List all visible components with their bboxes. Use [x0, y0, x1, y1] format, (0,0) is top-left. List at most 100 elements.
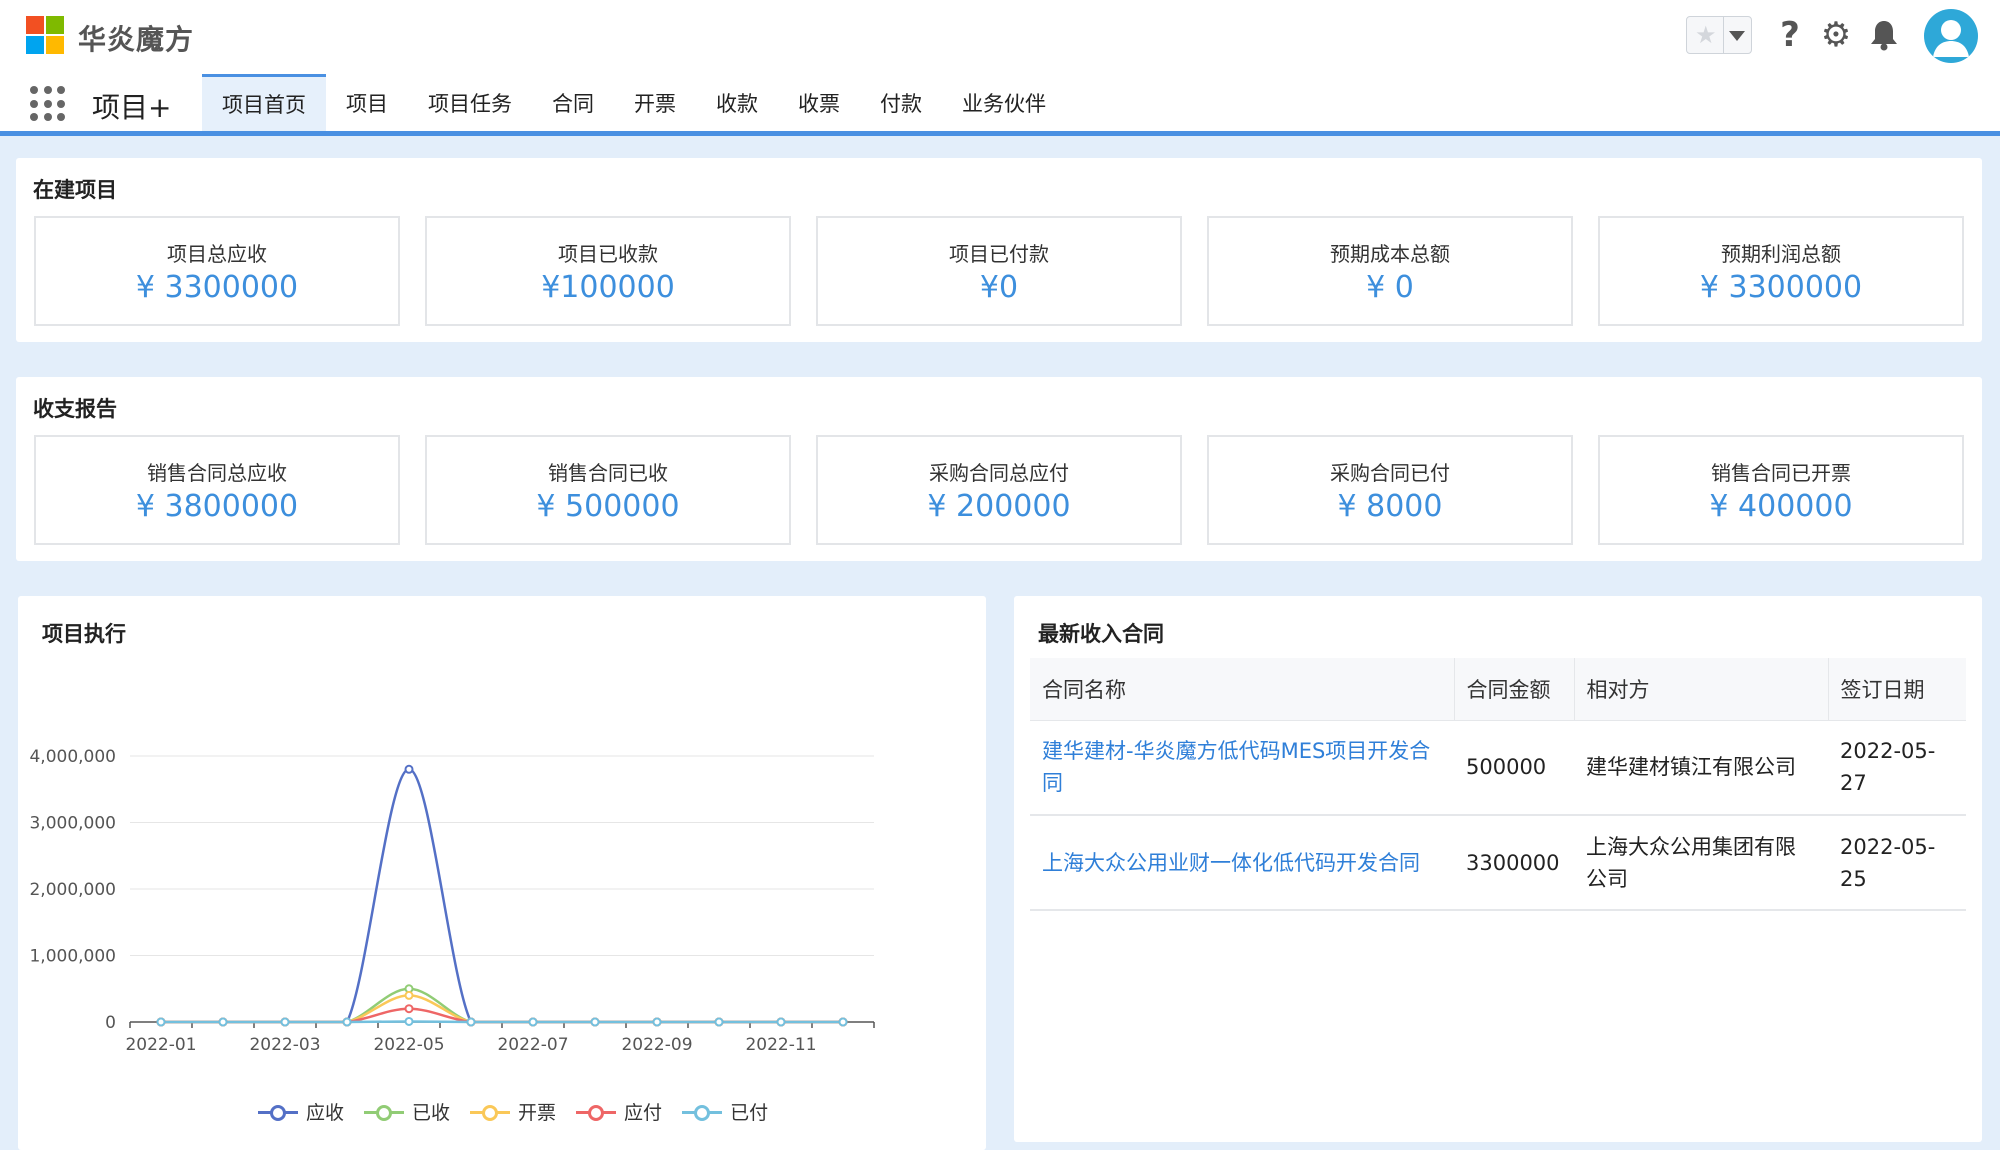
legend-label: 已付: [730, 1102, 769, 1124]
ongoing-projects-panel: 在建项目 项目总应收 ¥ 3300000 项目已收款 ¥100000 项目已付款…: [16, 158, 1982, 342]
tab-contracts[interactable]: 合同: [532, 74, 614, 131]
stat-value: ¥ 3300000: [1699, 270, 1863, 305]
column-header[interactable]: 合同金额: [1454, 658, 1575, 721]
stat-card: 采购合同总应付 ¥ 200000: [816, 435, 1182, 545]
contract-amount: 3300000: [1454, 815, 1574, 911]
data-point: [838, 1017, 848, 1027]
chevron-down-icon[interactable]: [1729, 31, 1745, 41]
data-point: [156, 1017, 166, 1027]
contract-amount: 500000: [1454, 720, 1574, 816]
x-tick-label: 2022-07: [497, 1035, 568, 1055]
y-tick-label: 0: [105, 1013, 116, 1033]
legend-item[interactable]: 应付: [576, 1098, 662, 1125]
data-point: [404, 1004, 414, 1014]
execution-chart-title: 项目执行: [42, 622, 126, 646]
latest-contracts-panel: 最新收入合同 合同名称 合同金额 相对方 签订日期 建华建材-华炎魔方低代码ME…: [1014, 596, 1982, 1142]
table-row[interactable]: 上海大众公用业财一体化低代码开发合同 3300000 上海大众公用集团有限公司 …: [1030, 815, 1966, 911]
stat-label: 项目总应收: [167, 242, 267, 266]
stat-value: ¥100000: [541, 270, 675, 305]
gear-icon[interactable]: ⚙: [1818, 15, 1854, 55]
stat-card: 销售合同总应收 ¥ 3800000: [34, 435, 400, 545]
stat-label: 销售合同已开票: [1711, 461, 1851, 485]
finance-report-panel: 收支报告 销售合同总应收 ¥ 3800000 销售合同已收 ¥ 500000 采…: [16, 377, 1982, 561]
favorites-divider: [1723, 17, 1724, 53]
legend-item[interactable]: 已付: [682, 1098, 768, 1125]
app-launcher-icon[interactable]: [30, 86, 66, 122]
data-point: [404, 990, 414, 1000]
legend-label: 已收: [412, 1102, 451, 1124]
y-tick-label: 4,000,000: [29, 747, 116, 767]
contract-party: 上海大众公用集团有限公司: [1574, 815, 1828, 911]
legend-marker: [682, 1104, 723, 1121]
stat-label: 预期利润总额: [1721, 242, 1841, 266]
star-icon[interactable]: ★: [1695, 21, 1717, 49]
x-tick-label: 2022-11: [745, 1035, 816, 1055]
stat-value: ¥ 200000: [927, 489, 1071, 524]
stat-label: 采购合同已付: [1330, 461, 1450, 485]
bell-icon[interactable]: [1866, 16, 1902, 54]
tab-business-partners[interactable]: 业务伙伴: [942, 74, 1066, 131]
x-tick-label: 2022-09: [621, 1035, 692, 1055]
legend-label: 应付: [624, 1102, 663, 1124]
column-header[interactable]: 签订日期: [1828, 658, 1966, 721]
column-header[interactable]: 合同名称: [1030, 658, 1455, 721]
tab-receipts[interactable]: 收款: [696, 74, 778, 131]
favorites-dropdown[interactable]: ★: [1686, 16, 1752, 54]
contracts-table: 合同名称 合同金额 相对方 签订日期 建华建材-华炎魔方低代码MES项目开发合同…: [1030, 658, 1966, 911]
series-line: [161, 994, 843, 1024]
tab-invoicing[interactable]: 开票: [614, 74, 696, 131]
legend-label: 应收: [306, 1102, 345, 1124]
x-tick-label: 2022-01: [125, 1035, 196, 1055]
tab-projects[interactable]: 项目: [326, 74, 408, 131]
execution-line-chart: 0 1,000,000 2,000,000 3,000,000 4,000,000 202…: [29, 747, 875, 1055]
data-point: [466, 1017, 476, 1027]
user-avatar-icon[interactable]: [1924, 9, 1978, 63]
contract-date: 2022-05-25: [1828, 815, 1966, 911]
tab-project-tasks[interactable]: 项目任务: [408, 74, 532, 131]
nav-tabs: 项目首页 项目 项目任务 合同 开票 收款 收票 付款 业务伙伴: [202, 74, 1066, 131]
stat-value: ¥ 3300000: [135, 270, 299, 305]
contract-name-link[interactable]: 建华建材-华炎魔方低代码MES项目开发合同: [1042, 739, 1430, 795]
stat-card: 项目已付款 ¥0: [816, 216, 1182, 326]
legend-marker: [258, 1104, 298, 1121]
column-header[interactable]: 相对方: [1574, 658, 1829, 721]
contract-name-link[interactable]: 上海大众公用业财一体化低代码开发合同: [1042, 851, 1420, 875]
series-line: [161, 1020, 843, 1024]
stat-label: 预期成本总额: [1330, 242, 1450, 266]
ongoing-projects-title: 在建项目: [33, 178, 117, 202]
legend-item[interactable]: 应收: [258, 1098, 344, 1125]
stat-label: 采购合同总应付: [929, 461, 1069, 485]
stat-label: 项目已付款: [949, 242, 1049, 266]
help-icon[interactable]: ?: [1772, 15, 1808, 55]
top-header: 华炎魔方 ★ ? ⚙: [0, 0, 2000, 70]
tab-project-home[interactable]: 项目首页: [202, 74, 326, 131]
x-tick-label: 2022-05: [373, 1035, 444, 1055]
stat-value: ¥0: [979, 270, 1019, 305]
legend-item[interactable]: 已收: [364, 1098, 450, 1125]
tab-invoices-received[interactable]: 收票: [778, 74, 860, 131]
data-point: [776, 1017, 786, 1027]
series-line: [161, 1007, 843, 1024]
table-header-row: 合同名称 合同金额 相对方 签订日期: [1030, 658, 1966, 721]
series-line: [161, 768, 843, 1024]
table-row[interactable]: 建华建材-华炎魔方低代码MES项目开发合同 500000 建华建材镇江有限公司 …: [1030, 720, 1966, 816]
data-point: [404, 764, 414, 774]
stat-label: 销售合同已收: [548, 461, 668, 485]
brand-name: 华炎魔方: [78, 23, 195, 56]
project-execution-panel: 0 1,000,000 2,000,000 3,000,000 4,000,000 202…: [18, 596, 986, 1150]
legend-marker: [364, 1104, 405, 1121]
finance-report-title: 收支报告: [33, 397, 117, 421]
legend-item[interactable]: 开票: [470, 1098, 556, 1125]
data-point: [280, 1017, 290, 1027]
stat-card: 项目总应收 ¥ 3300000: [34, 216, 400, 326]
series-line: [161, 987, 843, 1024]
stat-label: 销售合同总应收: [147, 461, 287, 485]
latest-contracts-title: 最新收入合同: [1038, 622, 1164, 646]
contract-party: 建华建材镇江有限公司: [1574, 720, 1828, 816]
stat-label: 项目已收款: [558, 242, 658, 266]
legend-marker: [576, 1104, 617, 1121]
tab-payments[interactable]: 付款: [860, 74, 942, 131]
data-point: [652, 1017, 662, 1027]
stat-value: ¥ 400000: [1709, 489, 1853, 524]
stat-card: 预期成本总额 ¥ 0: [1207, 216, 1573, 326]
